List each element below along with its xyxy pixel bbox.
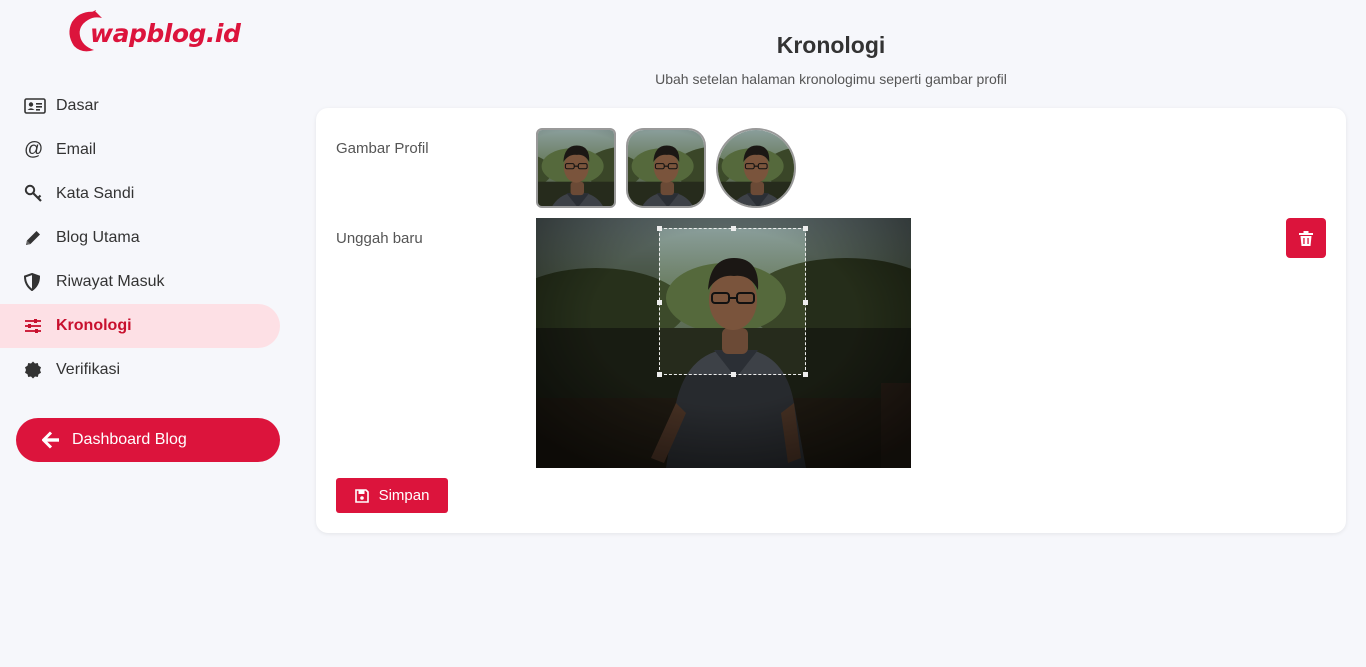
- page-title: Kronologi: [776, 32, 886, 58]
- crop-handle[interactable]: [657, 372, 662, 377]
- trash-icon: [1299, 230, 1313, 246]
- save-button[interactable]: Simpan: [336, 478, 448, 513]
- sidebar: wapblog.id Dasar @ Email Kata Sandi Blog…: [0, 0, 296, 667]
- sidebar-item-riwayat-masuk[interactable]: Riwayat Masuk: [0, 260, 280, 304]
- sidebar-item-label: Kata Sandi: [56, 185, 135, 202]
- crop-handle[interactable]: [803, 226, 808, 231]
- crop-handle[interactable]: [803, 372, 808, 377]
- at-icon: @: [24, 139, 44, 160]
- pencil-icon: [24, 228, 48, 248]
- sidebar-item-label: Dasar: [56, 97, 99, 114]
- profile-preview-rounded[interactable]: [626, 128, 706, 208]
- shield-icon: [24, 272, 48, 292]
- profile-image-label: Gambar Profil: [336, 140, 429, 157]
- crop-handle[interactable]: [657, 300, 662, 305]
- crop-handle[interactable]: [731, 372, 736, 377]
- sidebar-item-label: Blog Utama: [56, 229, 140, 246]
- profile-preview-circle[interactable]: [716, 128, 796, 208]
- sliders-icon: [24, 316, 48, 336]
- sidebar-item-dasar[interactable]: Dasar: [0, 84, 280, 128]
- floppy-disk-icon: [354, 488, 371, 504]
- image-cropper[interactable]: [536, 218, 911, 468]
- profile-preview-square[interactable]: [536, 128, 616, 208]
- crop-handle[interactable]: [803, 300, 808, 305]
- key-icon: [24, 184, 48, 204]
- crop-handle[interactable]: [731, 226, 736, 231]
- save-label: Simpan: [378, 487, 430, 504]
- sidebar-item-label: Verifikasi: [56, 361, 121, 378]
- upload-new-label: Unggah baru: [336, 230, 423, 247]
- dashboard-blog-label: Dashboard Blog: [72, 431, 187, 448]
- crop-handle[interactable]: [657, 226, 662, 231]
- crop-selection-box[interactable]: [657, 226, 808, 377]
- badge-icon: [24, 360, 48, 380]
- settings-menu: Dasar @ Email Kata Sandi Blog Utama Riwa…: [0, 84, 280, 392]
- id-card-icon: [24, 96, 48, 116]
- sidebar-item-blog-utama[interactable]: Blog Utama: [0, 216, 280, 260]
- delete-image-button[interactable]: [1286, 218, 1326, 258]
- settings-card: Gambar Profil Unggah baru Simpan: [316, 108, 1346, 533]
- sidebar-item-email[interactable]: @ Email: [0, 128, 280, 172]
- wapblog-logo[interactable]: wapblog.id: [66, 8, 241, 58]
- page-subtitle: Ubah setelan halaman kronologimu seperti…: [655, 71, 1007, 87]
- sidebar-item-kata-sandi[interactable]: Kata Sandi: [0, 172, 280, 216]
- logo-text: wapblog.id: [90, 19, 241, 48]
- sidebar-item-label: Kronologi: [56, 317, 132, 334]
- sidebar-item-kronologi[interactable]: Kronologi: [0, 304, 280, 348]
- sidebar-item-verifikasi[interactable]: Verifikasi: [0, 348, 280, 392]
- sidebar-item-label: Email: [56, 141, 97, 158]
- arrow-left-icon: [42, 430, 62, 450]
- sidebar-item-label: Riwayat Masuk: [56, 273, 165, 290]
- dashboard-blog-button[interactable]: Dashboard Blog: [16, 418, 280, 462]
